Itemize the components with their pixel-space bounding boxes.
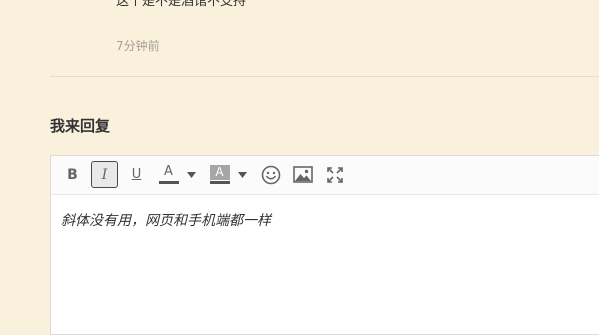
fullscreen-button[interactable]	[321, 161, 348, 188]
comment-timestamp: 7分钟前	[116, 39, 160, 53]
editor-toolbar: B I U A A	[51, 156, 599, 195]
reply-editor: B I U A A 斜体没有用，网页和手机端都一样	[50, 155, 599, 335]
font-color-bar	[158, 181, 179, 184]
font-color-icon: A	[158, 165, 179, 184]
image-icon	[292, 166, 313, 183]
font-color-button[interactable]: A	[155, 161, 182, 188]
reply-section-title: 我来回复	[50, 117, 111, 135]
background-color-icon: A	[209, 165, 230, 184]
dropdown-icon	[186, 171, 196, 178]
fullscreen-icon	[326, 166, 343, 183]
divider	[50, 76, 599, 77]
italic-icon: I	[101, 166, 108, 183]
italic-button[interactable]: I	[91, 161, 118, 188]
dropdown-icon	[237, 171, 247, 178]
bold-button[interactable]: B	[59, 161, 86, 188]
emoji-button[interactable]	[257, 161, 284, 188]
underline-icon: U	[131, 166, 142, 182]
insert-image-button[interactable]	[289, 161, 316, 188]
underline-button[interactable]: U	[123, 161, 150, 188]
font-color-dropdown-button[interactable]	[185, 161, 197, 188]
background-color-button[interactable]: A	[206, 161, 233, 188]
editor-text-area[interactable]: 斜体没有用，网页和手机端都一样	[61, 212, 271, 230]
background-color-dropdown-button[interactable]	[236, 161, 248, 188]
background-color-bar	[209, 181, 230, 184]
bold-icon: B	[67, 166, 78, 183]
emoji-icon	[261, 165, 280, 184]
comment-text: 这个是不是酒馆不支持	[116, 0, 247, 9]
